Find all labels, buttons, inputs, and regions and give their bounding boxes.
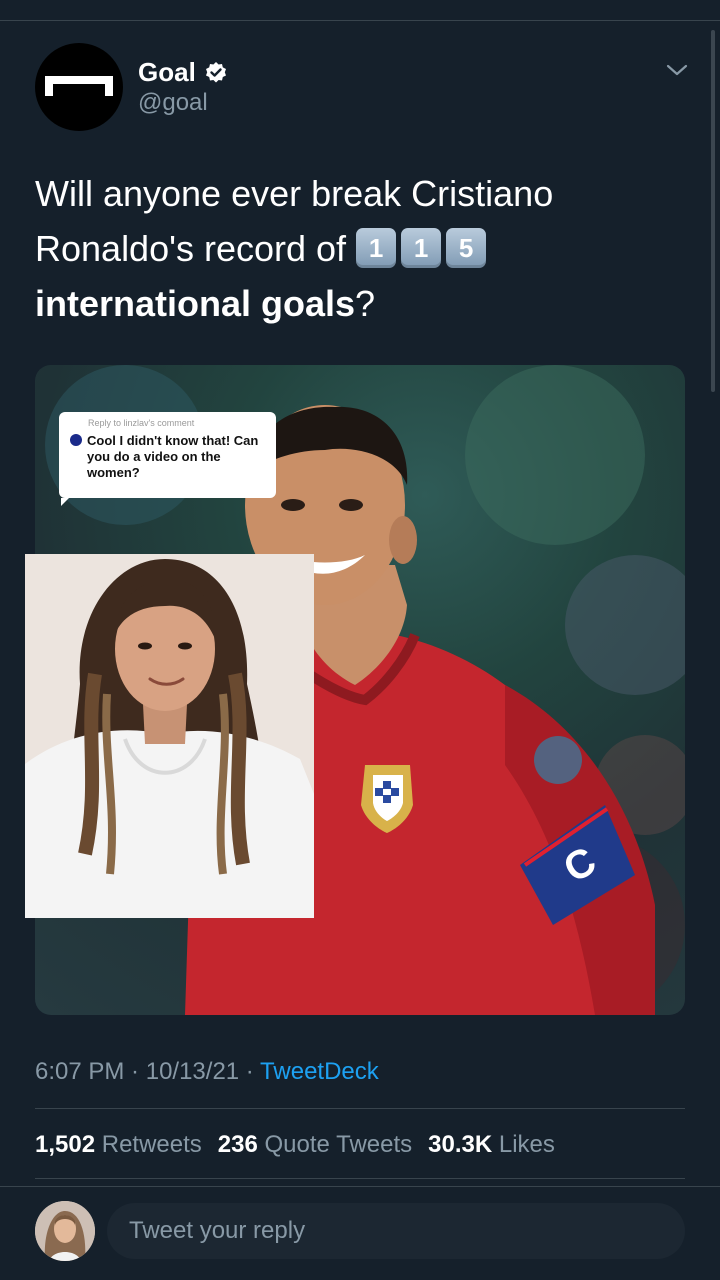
tweet-stats: 1,502 Retweets 236 Quote Tweets 30.3K Like… (35, 1129, 555, 1161)
sticker-caption: Reply to linzlav's comment (88, 418, 195, 428)
quote-tweets-stat[interactable]: 236 Quote Tweets (218, 1131, 412, 1158)
top-divider (0, 20, 720, 21)
separator-dot: · (239, 1058, 261, 1085)
user-avatar[interactable] (35, 1201, 95, 1261)
tweet-text-end: ? (355, 283, 376, 324)
retweets-stat[interactable]: 1,502 Retweets (35, 1131, 202, 1158)
author-name-row[interactable]: Goal (138, 56, 228, 88)
retweets-count: 1,502 (35, 1131, 96, 1158)
author-handle[interactable]: @goal (138, 88, 208, 118)
tweet-text-line2: Ronaldo's record of (35, 228, 347, 269)
tweet-reply-input[interactable] (107, 1203, 685, 1259)
goal-logo-icon (45, 76, 113, 96)
divider (35, 1178, 685, 1179)
divider (35, 1108, 685, 1109)
keycap-digit-one-icon: 1 (401, 228, 442, 268)
tweet-source-link[interactable]: TweetDeck (260, 1058, 379, 1085)
likes-count: 30.3K (428, 1131, 493, 1158)
sticker-text: Cool I didn't know that! Can you do a vi… (87, 433, 259, 480)
tweet-detail-page: Goal @goal Will anyone ever break Cristi… (0, 0, 720, 1280)
tweet-date: 10/13/21 (145, 1058, 240, 1085)
tweet-text-line1: Will anyone ever break Cristiano (35, 173, 554, 214)
tweet-text-bold: international goals (35, 283, 356, 324)
commenter-avatar-icon (70, 434, 82, 446)
retweets-label: Retweets (101, 1131, 202, 1158)
verified-badge-icon (204, 60, 228, 84)
keycap-digit-five-icon: 5 (446, 228, 487, 268)
quote-tweets-count: 236 (217, 1131, 258, 1158)
scrollbar[interactable] (711, 30, 715, 392)
creator-video-overlay (25, 554, 314, 918)
chevron-down-icon[interactable] (664, 60, 690, 80)
keycap-digit-one-icon: 1 (356, 228, 397, 268)
author-name: Goal (138, 57, 196, 87)
reply-comment-sticker: Reply to linzlav's comment Cool I didn't… (59, 412, 276, 506)
separator-dot: · (124, 1058, 146, 1085)
likes-label: Likes (498, 1131, 555, 1158)
tweet-text: Will anyone ever break Cristiano Ronaldo… (35, 166, 685, 331)
likes-stat[interactable]: 30.3K Likes (428, 1131, 555, 1158)
tweet-time: 6:07 PM (35, 1058, 125, 1085)
tweet-timestamp: 6:07 PM · 10/13/21 · TweetDeck (35, 1057, 379, 1087)
author-avatar[interactable] (35, 43, 123, 131)
quote-tweets-label: Quote Tweets (264, 1131, 413, 1158)
